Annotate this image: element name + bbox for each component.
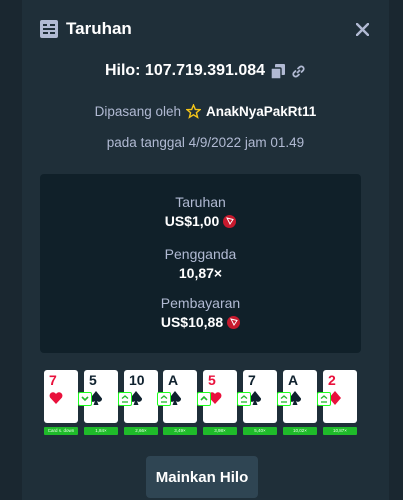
multiplier-value-row: 10,87× xyxy=(40,265,361,281)
modal-title: Taruhan xyxy=(66,19,132,38)
bet-id-text: Hilo: 107.719.391.084 xyxy=(104,62,266,79)
star-icon xyxy=(186,104,201,119)
playing-card: 7 xyxy=(44,370,78,423)
placed-by-row: Dipasang oleh AnakNyaPakRt11 xyxy=(22,104,389,119)
multiplier-stat: Pengganda 10,87× xyxy=(40,246,361,281)
history-card: 5 3,98× xyxy=(197,370,237,440)
card-multiplier: 3,49× xyxy=(163,427,197,435)
history-card: A 10,02× xyxy=(277,370,317,440)
card-multiplier: 10,02× xyxy=(283,427,317,435)
bet-modal: Taruhan Hilo: 107.719.391.084 Dipasang o… xyxy=(22,0,389,500)
guess-equal-icon xyxy=(237,392,251,406)
history-card: 2 10,87× xyxy=(317,370,357,440)
guess-higher-icon xyxy=(197,392,211,406)
card-rank: 10 xyxy=(129,372,145,388)
modal-header: Taruhan xyxy=(40,18,132,40)
guess-equal-icon xyxy=(317,392,331,406)
hearts-suit-icon xyxy=(49,392,63,404)
multiplier-label: Pengganda xyxy=(164,246,237,262)
copy-icon[interactable] xyxy=(271,63,286,79)
card-multiplier: 3,98× xyxy=(203,427,237,435)
history-card: 10 2,66× xyxy=(118,370,158,440)
link-icon[interactable] xyxy=(291,64,306,79)
card-rank: 5 xyxy=(89,372,97,388)
bet-slip-icon xyxy=(40,20,58,38)
history-card: 7 5,40× xyxy=(237,370,277,440)
placed-by-label: Dipasang oleh xyxy=(94,104,181,119)
background-right-panel xyxy=(389,0,403,500)
card-rank: 7 xyxy=(49,372,57,388)
card-multiplier: Card s. down xyxy=(44,427,78,435)
close-icon xyxy=(355,22,369,36)
bet-stats-panel: Taruhan US$1,00 Pengganda 10,87× Pembaya… xyxy=(40,174,361,353)
bet-id-row: Hilo: 107.719.391.084 xyxy=(22,62,389,80)
payout-value: US$10,88 xyxy=(160,314,224,330)
guess-equal-icon xyxy=(277,392,291,406)
wager-label: Taruhan xyxy=(175,194,226,210)
close-button[interactable] xyxy=(351,18,373,40)
payout-value-row: US$10,88 xyxy=(40,314,361,330)
history-card: 7 Card s. down xyxy=(44,370,78,440)
play-hilo-button[interactable]: Mainkan Hilo xyxy=(146,456,258,498)
multiplier-value: 10,87× xyxy=(178,265,223,281)
tron-coin-icon xyxy=(223,214,237,228)
guess-lower-icon xyxy=(78,392,92,406)
card-multiplier: 1,84× xyxy=(84,427,118,435)
payout-label: Pembayaran xyxy=(160,295,241,311)
guess-equal-icon xyxy=(157,392,171,406)
wager-value: US$1,00 xyxy=(164,213,220,229)
card-rank: A xyxy=(168,372,179,388)
tron-coin-icon xyxy=(227,315,241,329)
card-history: 7 Card s. down 5 1,84× 10 2,66× A 3,49× 5 3,98× 7 5… xyxy=(44,370,366,440)
card-rank: A xyxy=(288,372,299,388)
username-link[interactable]: AnakNyaPakRt11 xyxy=(206,104,316,119)
card-multiplier: 2,66× xyxy=(124,427,158,435)
card-multiplier: 10,87× xyxy=(323,427,357,435)
card-rank: 5 xyxy=(208,372,216,388)
card-rank: 2 xyxy=(328,372,336,388)
bet-date: pada tanggal 4/9/2022 jam 01.49 xyxy=(106,135,305,150)
history-card: 5 1,84× xyxy=(78,370,118,440)
card-rank: 7 xyxy=(248,372,256,388)
history-card: A 3,49× xyxy=(157,370,197,440)
payout-stat: Pembayaran US$10,88 xyxy=(40,295,361,330)
wager-stat: Taruhan US$1,00 xyxy=(40,194,361,229)
wager-value-row: US$1,00 xyxy=(40,213,361,229)
background-left-panel xyxy=(0,0,22,500)
guess-equal-icon xyxy=(118,392,132,406)
card-multiplier: 5,40× xyxy=(243,427,277,435)
